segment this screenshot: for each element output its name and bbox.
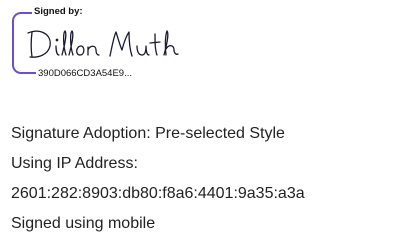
signature-details: Signature Adoption: Pre-selected Style U…: [11, 119, 305, 239]
signed-by-label: Signed by:: [32, 5, 85, 18]
signature-id: 390D066CD3A54E9...: [36, 68, 135, 80]
adoption-text: Signature Adoption: Pre-selected Style: [11, 125, 285, 142]
ip-address: 2601:282:8903:db80:f8a6:4401:9a35:a3a: [11, 185, 305, 202]
ip-label: Using IP Address:: [11, 155, 138, 172]
signing-method: Signed using mobile: [11, 215, 156, 232]
signature-image: [27, 30, 179, 58]
signature-block: Signed by: 390D066CD3A54E9...: [12, 5, 180, 80]
